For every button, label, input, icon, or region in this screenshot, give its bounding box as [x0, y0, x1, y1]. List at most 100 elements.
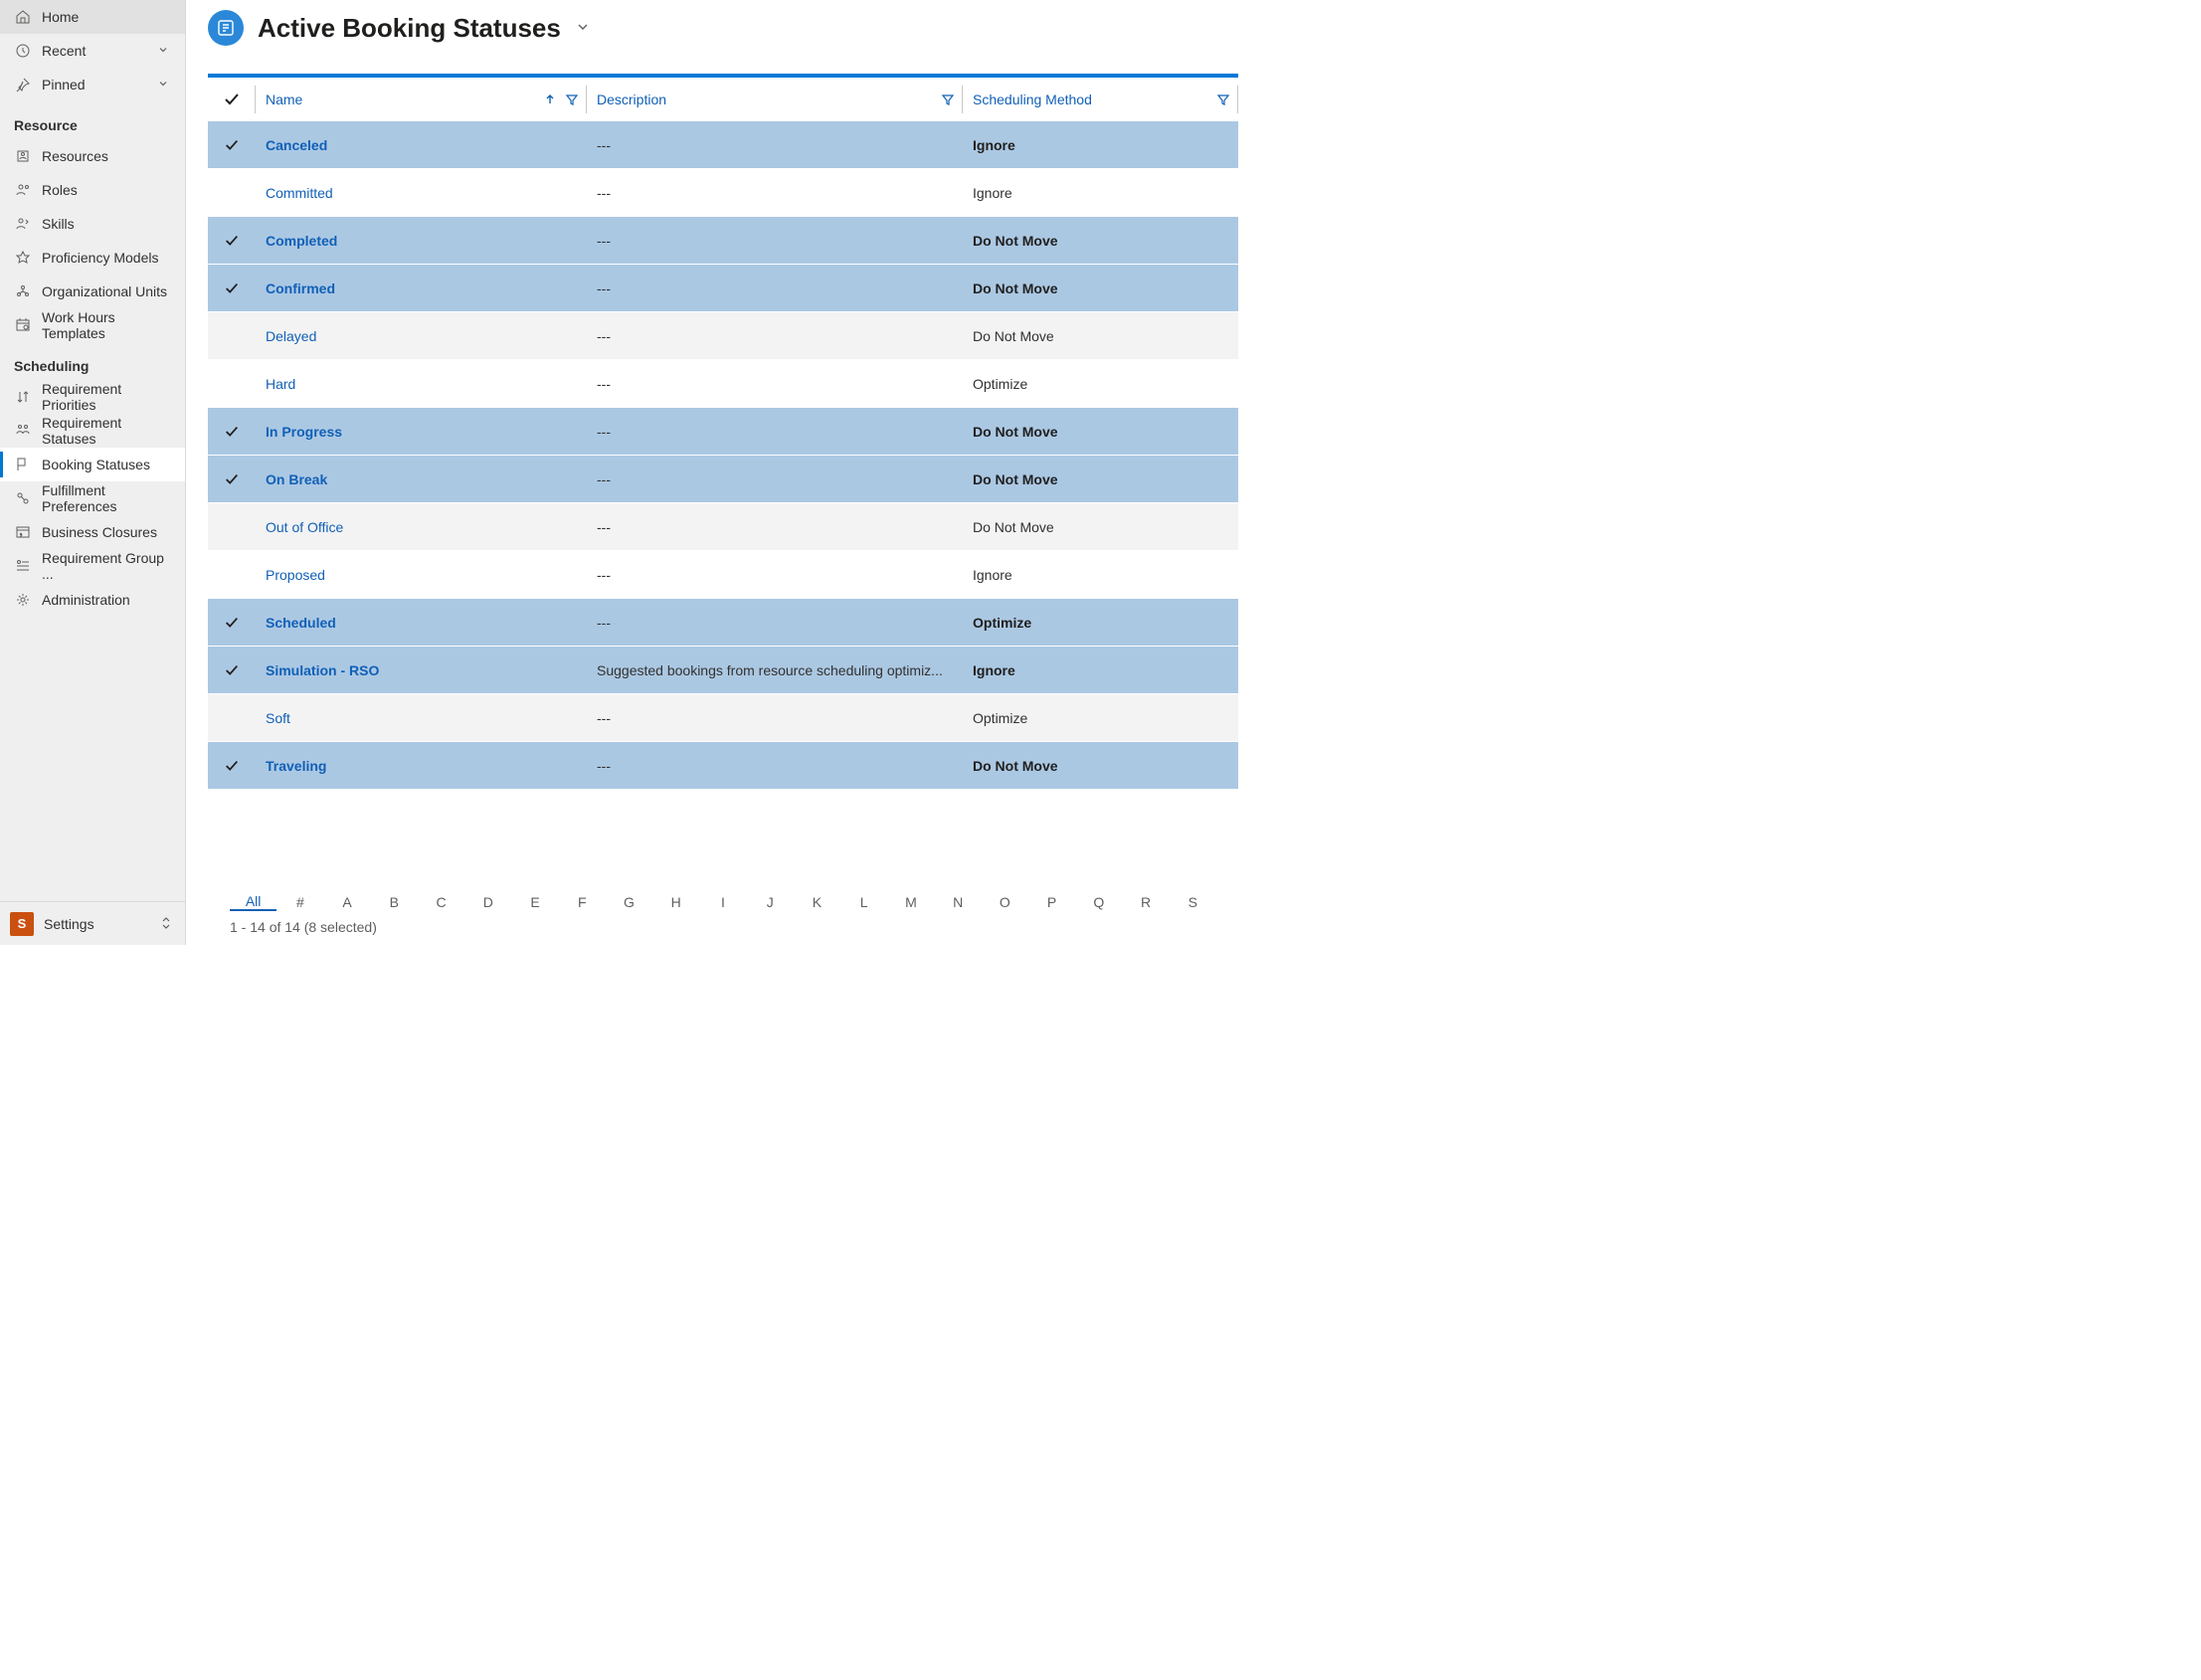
alpha-filter-r[interactable]: R: [1122, 893, 1169, 911]
row-name[interactable]: Scheduled: [266, 615, 336, 631]
alpha-filter-l[interactable]: L: [840, 893, 887, 911]
resources-icon: [14, 147, 32, 165]
sidebar-item-administration[interactable]: Administration: [0, 583, 185, 617]
row-scheduling-method: Ignore: [973, 185, 1012, 201]
row-name[interactable]: Soft: [266, 710, 290, 726]
sidebar-item-label: Work Hours Templates: [42, 309, 171, 341]
sidebar-item-requirement-group[interactable]: Requirement Group ...: [0, 549, 185, 583]
row-scheduling-method: Do Not Move: [973, 280, 1058, 296]
nav-pinned[interactable]: Pinned: [0, 68, 185, 101]
nav-home[interactable]: Home: [0, 0, 185, 34]
row-checkbox[interactable]: [208, 280, 256, 296]
alpha-filter-f[interactable]: F: [559, 893, 606, 911]
row-checkbox[interactable]: [208, 424, 256, 440]
row-scheduling-method: Ignore: [973, 662, 1015, 678]
sidebar-item-fulfillment-preferences[interactable]: Fulfillment Preferences: [0, 481, 185, 515]
row-name[interactable]: In Progress: [266, 424, 342, 440]
chevron-down-icon: [157, 44, 171, 58]
grid: Name Description: [208, 74, 1238, 945]
requirement-priorities-icon: [14, 388, 32, 406]
sidebar-item-booking-statuses[interactable]: Booking Statuses: [0, 448, 185, 481]
column-scheduling-method[interactable]: Scheduling Method: [963, 78, 1238, 121]
view-dropdown-icon[interactable]: [575, 19, 593, 37]
area-label: Settings: [44, 916, 159, 932]
alpha-filter-h[interactable]: H: [652, 893, 699, 911]
table-row[interactable]: Hard---Optimize: [208, 360, 1238, 408]
table-row[interactable]: Canceled---Ignore: [208, 121, 1238, 169]
sidebar-item-label: Business Closures: [42, 524, 171, 540]
filter-icon[interactable]: [937, 89, 959, 110]
row-name[interactable]: Confirmed: [266, 280, 335, 296]
alpha-filter-d[interactable]: D: [464, 893, 511, 911]
sidebar-item-organizational-units[interactable]: Organizational Units: [0, 275, 185, 308]
group-resource: ResourcesRolesSkillsProficiency ModelsOr…: [0, 139, 185, 342]
sidebar-item-requirement-statuses[interactable]: Requirement Statuses: [0, 414, 185, 448]
alpha-filter-q[interactable]: Q: [1075, 893, 1122, 911]
row-name[interactable]: Simulation - RSO: [266, 662, 379, 678]
row-name[interactable]: Canceled: [266, 137, 327, 153]
alpha-filter-e[interactable]: E: [511, 893, 558, 911]
sidebar-item-business-closures[interactable]: Business Closures: [0, 515, 185, 549]
select-all-checkbox[interactable]: [208, 91, 256, 108]
alpha-filter-all[interactable]: All: [230, 893, 276, 911]
alpha-filter-p[interactable]: P: [1028, 893, 1075, 911]
nav-recent-label: Recent: [42, 43, 157, 59]
column-description[interactable]: Description: [587, 78, 963, 121]
row-checkbox[interactable]: [208, 137, 256, 153]
alpha-filter-i[interactable]: I: [699, 893, 746, 911]
row-checkbox[interactable]: [208, 615, 256, 631]
pin-icon: [14, 76, 32, 93]
row-scheduling-method: Do Not Move: [973, 471, 1058, 487]
column-name[interactable]: Name: [256, 78, 587, 121]
sidebar-item-requirement-priorities[interactable]: Requirement Priorities: [0, 380, 185, 414]
row-name[interactable]: Committed: [266, 185, 333, 201]
alpha-filter-#[interactable]: #: [276, 893, 323, 911]
table-row[interactable]: Simulation - RSOSuggested bookings from …: [208, 647, 1238, 694]
table-row[interactable]: Soft---Optimize: [208, 694, 1238, 742]
sidebar-item-proficiency-models[interactable]: Proficiency Models: [0, 241, 185, 275]
row-name[interactable]: Delayed: [266, 328, 316, 344]
alpha-filter-a[interactable]: A: [323, 893, 370, 911]
alpha-filter-k[interactable]: K: [794, 893, 840, 911]
table-row[interactable]: Scheduled---Optimize: [208, 599, 1238, 647]
sort-ascending-icon[interactable]: [539, 89, 561, 110]
filter-icon[interactable]: [1212, 89, 1234, 110]
row-scheduling-method: Do Not Move: [973, 424, 1058, 440]
area-switcher[interactable]: S Settings: [0, 901, 185, 945]
row-checkbox[interactable]: [208, 471, 256, 487]
sidebar-item-label: Fulfillment Preferences: [42, 482, 171, 514]
alpha-filter-j[interactable]: J: [747, 893, 794, 911]
nav-recent[interactable]: Recent: [0, 34, 185, 68]
alpha-filter-b[interactable]: B: [371, 893, 418, 911]
alpha-filter-o[interactable]: O: [982, 893, 1028, 911]
row-name[interactable]: Completed: [266, 233, 337, 249]
row-checkbox[interactable]: [208, 233, 256, 249]
sidebar-item-resources[interactable]: Resources: [0, 139, 185, 173]
sidebar-item-roles[interactable]: Roles: [0, 173, 185, 207]
table-row[interactable]: On Break---Do Not Move: [208, 456, 1238, 503]
row-name[interactable]: On Break: [266, 471, 327, 487]
alpha-filter-n[interactable]: N: [935, 893, 982, 911]
alpha-filter-c[interactable]: C: [418, 893, 464, 911]
sidebar-item-work-hours-templates[interactable]: Work Hours Templates: [0, 308, 185, 342]
table-row[interactable]: Proposed---Ignore: [208, 551, 1238, 599]
table-row[interactable]: In Progress---Do Not Move: [208, 408, 1238, 456]
table-row[interactable]: Committed---Ignore: [208, 169, 1238, 217]
row-name[interactable]: Hard: [266, 376, 295, 392]
row-checkbox[interactable]: [208, 758, 256, 774]
sidebar-item-skills[interactable]: Skills: [0, 207, 185, 241]
table-row[interactable]: Delayed---Do Not Move: [208, 312, 1238, 360]
row-name[interactable]: Proposed: [266, 567, 325, 583]
table-row[interactable]: Traveling---Do Not Move: [208, 742, 1238, 790]
table-row[interactable]: Completed---Do Not Move: [208, 217, 1238, 265]
row-name[interactable]: Out of Office: [266, 519, 343, 535]
row-name[interactable]: Traveling: [266, 758, 326, 774]
alpha-filter-s[interactable]: S: [1170, 893, 1216, 911]
table-row[interactable]: Confirmed---Do Not Move: [208, 265, 1238, 312]
alpha-filter-g[interactable]: G: [606, 893, 652, 911]
row-description: ---: [597, 137, 611, 153]
alpha-filter-m[interactable]: M: [887, 893, 934, 911]
filter-icon[interactable]: [561, 89, 583, 110]
row-checkbox[interactable]: [208, 662, 256, 678]
table-row[interactable]: Out of Office---Do Not Move: [208, 503, 1238, 551]
